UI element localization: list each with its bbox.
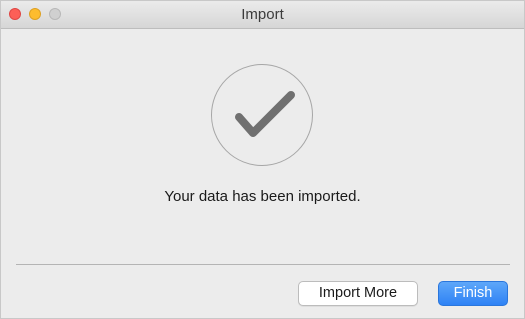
- title-bar[interactable]: Import: [1, 1, 524, 29]
- checkmark-icon: [235, 91, 295, 137]
- success-circle: [211, 64, 313, 166]
- import-success-message: Your data has been imported.: [164, 188, 361, 205]
- import-dialog-window: Import Your data has been imported. Impo…: [0, 0, 525, 319]
- import-more-button[interactable]: Import More: [298, 281, 418, 306]
- finish-button[interactable]: Finish: [438, 281, 508, 306]
- window-title: Import: [241, 6, 284, 23]
- divider: [16, 264, 510, 265]
